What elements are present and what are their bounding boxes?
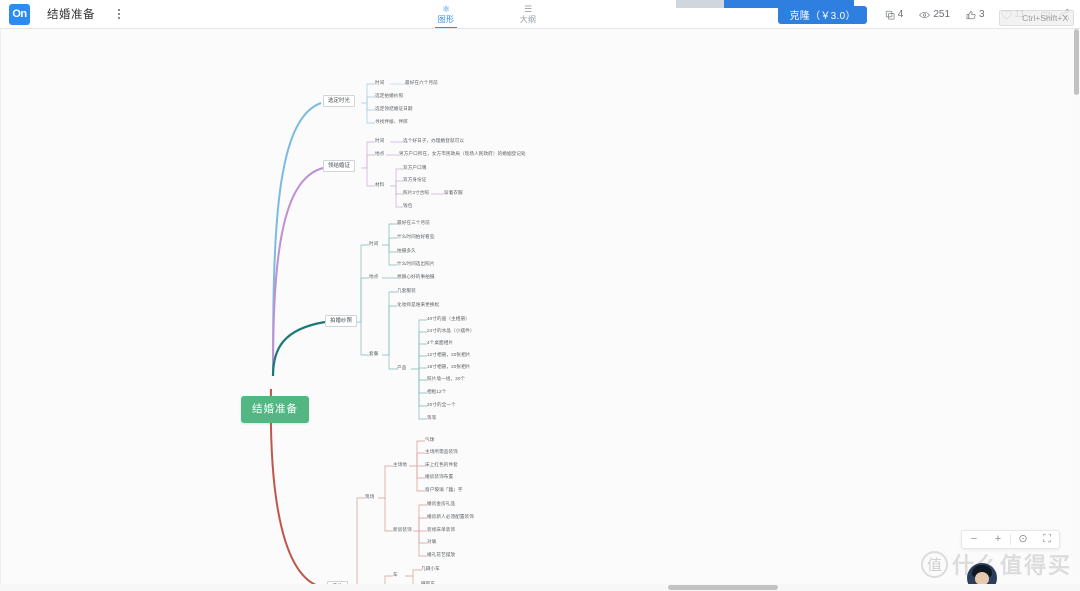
tab-graph[interactable]: ⚛ 图形 (424, 0, 468, 29)
node-label[interactable]: 等等 (427, 415, 436, 421)
node-label[interactable]: 24寸的水晶（小摆件） (427, 328, 475, 334)
node-label[interactable]: 几辆小车 (421, 566, 440, 572)
node-label[interactable]: 婚房装饰布置 (425, 474, 453, 480)
zoom-out-button[interactable]: − (962, 530, 986, 549)
zoom-controls: − + ⊙ ⛶ (961, 530, 1060, 549)
top-progress-stripe-pale (676, 0, 724, 8)
node-label[interactable]: 材料 (375, 182, 384, 188)
node-label[interactable]: 12寸相册，20张相片 (427, 352, 470, 358)
zoom-in-button[interactable]: + (986, 530, 1010, 549)
node-label[interactable]: 钱包 (403, 203, 412, 209)
fit-center-button[interactable]: ⊙ (1011, 530, 1035, 549)
node-label[interactable]: 拍摄多久 (397, 248, 416, 254)
graph-icon: ⚛ (441, 4, 451, 14)
share-tools[interactable]: Ctrl+Shift+X (999, 9, 1074, 26)
horizontal-scrollbar[interactable] (0, 584, 1080, 591)
tab-outline-label: 大纲 (519, 15, 537, 24)
node-label[interactable]: 选个好日子，办理婚登就可以 (403, 138, 464, 144)
branch-link-2 (272, 167, 324, 375)
node-label[interactable]: 装修床单装饰 (427, 527, 455, 533)
stat-views: 251 (919, 9, 950, 20)
processon-mindmap-app: On 结婚准备 ⚛ 图形 ☰ 大纲 克隆（￥3.0） 4 251 3 Ctrl+… (0, 0, 1080, 591)
node-label[interactable]: 什么时间选出照片 (397, 261, 435, 267)
stat-copies: 4 (885, 9, 904, 20)
branch-link-3 (271, 320, 326, 377)
node-label[interactable]: 双方户口簿 (403, 165, 426, 171)
document-title[interactable]: 结婚准备 (47, 6, 95, 22)
node-label[interactable]: 产品 (397, 365, 406, 371)
copy-icon (885, 10, 895, 19)
node-label[interactable]: 时间 (375, 138, 384, 144)
tab-outline[interactable]: ☰ 大纲 (506, 0, 550, 29)
share-tooltip: Ctrl+Shift+X (999, 10, 1074, 26)
outline-icon: ☰ (523, 4, 533, 14)
kebab-menu-icon[interactable] (112, 5, 126, 23)
vertical-scrollbar-thumb[interactable] (1074, 29, 1079, 95)
branch1-subtree-links (361, 83, 405, 124)
node-label[interactable]: 气球 (425, 437, 434, 443)
app-header: On 结婚准备 ⚛ 图形 ☰ 大纲 克隆（￥3.0） 4 251 3 Ctrl+… (0, 0, 1080, 29)
branch3-subtree-links (353, 223, 427, 420)
processon-logo[interactable]: On (9, 3, 30, 25)
node-label[interactable]: 时间 (375, 80, 384, 86)
branch4-subtree-links (356, 440, 427, 584)
horizontal-scrollbar-thumb[interactable] (668, 585, 778, 590)
stat-likes-value: 3 (979, 9, 985, 20)
node-label[interactable]: 地点 (375, 151, 384, 157)
node-label[interactable]: 对联 (427, 539, 436, 545)
node-label[interactable]: 婚房金房礼品 (427, 501, 455, 507)
stat-copies-value: 4 (897, 9, 904, 20)
node-label[interactable]: 套餐 (369, 351, 378, 357)
node-label[interactable]: 时间 (369, 241, 378, 247)
node-label[interactable]: 新房装饰 (393, 527, 412, 533)
node-label[interactable]: 几套服装 (397, 288, 416, 294)
node-label[interactable]: 双方身份证 (403, 177, 426, 183)
node-label[interactable]: 穿着衣服 (444, 190, 463, 196)
tab-graph-label: 图形 (437, 15, 455, 24)
node-label[interactable]: 选定拍婚纱照 (375, 93, 403, 99)
node-label[interactable]: 4个桌面相片 (427, 340, 453, 346)
node-label[interactable]: 20寸的全一个 (427, 402, 456, 408)
node-label[interactable]: 床上红色的件套 (425, 462, 458, 468)
branch-node-拍婚纱照[interactable]: 拍婚纱照 (325, 315, 357, 328)
node-label[interactable]: 寻找伴娘、伴郎 (375, 119, 408, 125)
node-label[interactable]: 想跟心好的事拍摄 (397, 274, 435, 280)
node-label[interactable]: 地点 (369, 274, 378, 280)
node-label[interactable]: 最好在六个月前 (405, 80, 438, 86)
stat-views-value: 251 (933, 9, 951, 20)
fullscreen-button[interactable]: ⛶ (1035, 530, 1059, 549)
node-label[interactable]: 照片3寸合照 (403, 190, 429, 196)
node-label[interactable]: 选定领结婚证日期 (375, 106, 413, 112)
eye-icon (919, 11, 931, 18)
node-label[interactable]: 主场地 (393, 462, 407, 468)
branch-node-领结婚证[interactable]: 领结婚证 (323, 160, 355, 173)
node-label[interactable]: 照片墙一组，30个 (427, 376, 465, 382)
vertical-scrollbar[interactable] (1073, 29, 1080, 577)
avatar-face (975, 572, 989, 584)
mindmap-connectors (269, 83, 444, 584)
clone-button[interactable]: 克隆（￥3.0） (778, 5, 867, 24)
node-label[interactable]: 现场 (365, 494, 374, 500)
mindmap-root-node[interactable]: 结婚准备 (241, 396, 309, 423)
node-label[interactable]: 婚房新人必须配置装饰 (427, 514, 474, 520)
thumbs-up-icon (966, 10, 976, 19)
view-tabs: ⚛ 图形 ☰ 大纲 (424, 0, 550, 29)
node-label[interactable]: 男方户口所在，女方市民政局（现场人民政府）的婚姻登记处 (399, 151, 526, 157)
stat-likes: 3 (966, 9, 985, 20)
node-label[interactable]: 婚礼花艺摆放 (427, 552, 455, 558)
node-label[interactable]: 车 (393, 572, 398, 578)
node-label[interactable]: 窗户玻璃「囍」字 (425, 487, 463, 493)
branch-node-选定时光[interactable]: 选定时光 (323, 95, 355, 108)
node-label[interactable]: 相框12个 (427, 389, 446, 395)
node-label[interactable]: 最好在三个月前 (397, 220, 430, 226)
node-label[interactable]: 什么时间拍好看些 (397, 234, 435, 240)
node-label[interactable]: 40寸的画（主相册） (427, 316, 470, 322)
node-label[interactable]: 化妆师是谁来更换松 (397, 302, 439, 308)
mindmap-canvas[interactable]: 结婚准备 选定时光 时间 最好在六个月前 选定拍婚纱照 选定领结婚证日期 寻找伴… (0, 29, 1080, 584)
node-label[interactable]: 18寸相册，20张相片 (427, 364, 470, 370)
node-label[interactable]: 主场所需品装饰 (425, 449, 458, 455)
